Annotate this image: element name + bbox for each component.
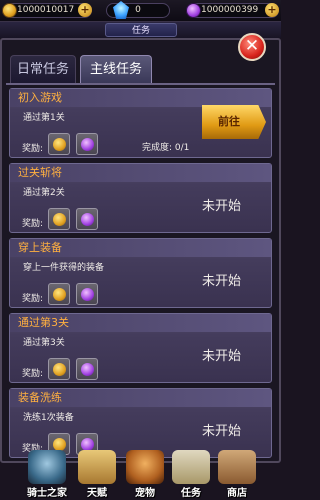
reward-slot[interactable] bbox=[48, 208, 70, 230]
quest-status: 未开始 bbox=[202, 424, 242, 439]
go-button[interactable]: 前往 bbox=[202, 105, 266, 139]
reward-label: 奖励: bbox=[22, 144, 44, 154]
reward-slot[interactable] bbox=[48, 358, 70, 380]
nav-shop[interactable]: 商店 bbox=[212, 448, 262, 500]
gold-coin-icon bbox=[53, 213, 66, 226]
reward-slot[interactable] bbox=[76, 133, 98, 155]
quest-progress: 完成度: 0/1 bbox=[142, 143, 190, 153]
page-title: 任务 bbox=[105, 23, 177, 37]
nav-label: 天赋 bbox=[87, 488, 107, 499]
tab-divider bbox=[6, 83, 275, 85]
diamond-icon bbox=[186, 3, 201, 18]
nav-label: 任务 bbox=[181, 488, 201, 499]
quest-card: 通过第3关 通过第3关 奖励: 未开始 bbox=[9, 313, 272, 383]
gold-amount: 1000010017 bbox=[17, 5, 75, 15]
quest-desc: 洗练1次装备 bbox=[23, 413, 74, 423]
nav-label: 商店 bbox=[227, 488, 247, 499]
quest-status: 未开始 bbox=[202, 274, 242, 289]
nav-label: 骑士之家 bbox=[27, 488, 67, 499]
knight-home-icon bbox=[28, 450, 66, 484]
resource-bar: 1000010017 + 0 1000000399 + bbox=[0, 0, 281, 22]
nav-pet[interactable]: 宠物 bbox=[120, 448, 170, 500]
quest-name: 穿上装备 bbox=[18, 241, 62, 254]
quest-card: 初入游戏 通过第1关 奖励: 完成度: 0/1 前往 bbox=[9, 88, 272, 158]
tab-main-quests[interactable]: 主线任务 bbox=[80, 55, 152, 83]
diamond-icon bbox=[81, 288, 94, 301]
add-gold-button[interactable]: + bbox=[78, 3, 92, 17]
quest-name: 通过第3关 bbox=[18, 316, 69, 329]
quest-card: 过关斩将 通过第2关 奖励: 未开始 bbox=[9, 163, 272, 233]
quest-status: 未开始 bbox=[202, 199, 242, 214]
diamond-counter: 1000000399 + bbox=[186, 3, 279, 18]
reward-slot[interactable] bbox=[48, 133, 70, 155]
nav-label: 宠物 bbox=[135, 488, 155, 499]
quest-scroll-icon bbox=[172, 450, 210, 484]
title-bar: 任务 bbox=[0, 22, 281, 38]
nav-quest[interactable]: 任务 bbox=[166, 448, 216, 500]
diamond-icon bbox=[81, 138, 94, 151]
nav-knight-home[interactable]: 骑士之家 bbox=[22, 448, 72, 500]
gold-coin-icon bbox=[53, 288, 66, 301]
reward-slot[interactable] bbox=[48, 283, 70, 305]
quest-card: 穿上装备 穿上一件获得的装备 奖励: 未开始 bbox=[9, 238, 272, 308]
gold-coin-icon bbox=[53, 363, 66, 376]
quest-name: 装备洗练 bbox=[18, 391, 62, 404]
reward-slot[interactable] bbox=[76, 208, 98, 230]
nav-talent[interactable]: 天赋 bbox=[72, 448, 122, 500]
reward-slot[interactable] bbox=[76, 283, 98, 305]
tab-daily-quests[interactable]: 日常任务 bbox=[10, 55, 76, 83]
gem-amount: 0 bbox=[135, 5, 141, 15]
gold-coin-icon bbox=[53, 138, 66, 151]
diamond-icon bbox=[81, 213, 94, 226]
diamond-icon bbox=[81, 363, 94, 376]
talent-book-icon bbox=[78, 450, 116, 484]
add-diamond-button[interactable]: + bbox=[265, 3, 279, 17]
reward-label: 奖励: bbox=[22, 294, 44, 304]
reward-label: 奖励: bbox=[22, 369, 44, 379]
quest-desc: 通过第1关 bbox=[23, 113, 65, 123]
close-button[interactable]: ✕ bbox=[238, 33, 266, 61]
quest-name: 过关斩将 bbox=[18, 166, 62, 179]
reward-slot[interactable] bbox=[76, 358, 98, 380]
bottom-nav: 骑士之家 天赋 宠物 任务 商店 bbox=[0, 448, 281, 500]
gold-counter: 1000010017 + bbox=[2, 3, 92, 18]
quest-list[interactable]: 初入游戏 通过第1关 奖励: 完成度: 0/1 前往 过关斩将 通过第2关 奖励… bbox=[9, 88, 272, 460]
quest-desc: 通过第2关 bbox=[23, 188, 65, 198]
reward-label: 奖励: bbox=[22, 219, 44, 229]
shop-icon bbox=[218, 450, 256, 484]
quest-status: 未开始 bbox=[202, 349, 242, 364]
gold-coin-icon bbox=[2, 3, 17, 18]
quest-name: 初入游戏 bbox=[18, 91, 62, 104]
quest-desc: 通过第3关 bbox=[23, 338, 65, 348]
diamond-amount: 1000000399 bbox=[201, 5, 259, 15]
quest-desc: 穿上一件获得的装备 bbox=[23, 263, 105, 273]
pet-icon bbox=[126, 450, 164, 484]
